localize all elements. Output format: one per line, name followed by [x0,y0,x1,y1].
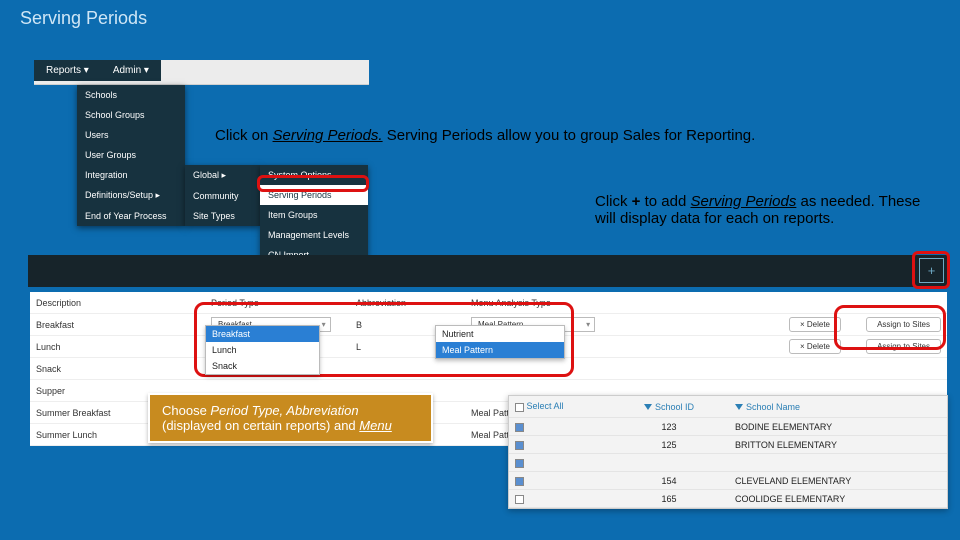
annotation-click-serving-periods: Click on Serving Periods. Serving Period… [215,127,755,144]
dropdown-option[interactable]: Breakfast [206,326,319,342]
admin-item[interactable]: End of Year Process [77,206,185,226]
col-school-name[interactable]: School Name [729,402,947,412]
select-all-checkbox[interactable] [515,403,524,412]
dropdown-option[interactable]: Lunch [206,342,319,358]
period-type-dropdown: Breakfast Lunch Snack [205,325,320,375]
global-item[interactable]: Item Groups [260,205,368,225]
site-checkbox[interactable] [515,477,524,486]
admin-item[interactable]: User Groups [77,145,185,165]
callout-choose-period: Choose Period Type, Abbreviation (displa… [148,393,433,443]
defs-item[interactable]: Global ▸ [185,165,260,186]
col-school-id[interactable]: School ID [609,402,729,412]
admin-item[interactable]: Schools [77,85,185,105]
defs-submenu: Global ▸ Community Site Types [185,165,260,226]
admin-item[interactable]: Users [77,125,185,145]
admin-item[interactable]: Definitions/Setup ▸ [77,185,185,206]
page-title: Serving Periods [20,8,147,29]
toolbar: + [28,255,947,287]
menu-admin[interactable]: Admin ▾ [101,60,161,81]
highlight-assign-button [834,305,946,350]
site-row: 123BODINE ELEMENTARY [509,418,947,436]
site-checkbox[interactable] [515,423,524,432]
site-checkbox[interactable] [515,459,524,468]
site-row: 154CLEVELAND ELEMENTARY [509,472,947,490]
highlight-add-button [912,251,950,289]
assign-sites-popup: Select All School ID School Name 123BODI… [508,395,948,509]
site-checkbox[interactable] [515,495,524,504]
menu-analysis-dropdown: Nutrient Meal Pattern [435,325,565,359]
filter-icon [644,404,652,410]
filter-icon [735,404,743,410]
site-checkbox[interactable] [515,441,524,450]
site-row [509,454,947,472]
menu-reports[interactable]: Reports ▾ [34,60,101,81]
dropdown-option[interactable]: Snack [206,358,319,374]
annotation-click-plus: Click + to add Serving Periods as needed… [595,193,940,227]
dropdown-option[interactable]: Nutrient [436,326,564,342]
global-item[interactable]: Management Levels [260,225,368,245]
defs-item[interactable]: Site Types [185,206,260,226]
site-row: 165COOLIDGE ELEMENTARY [509,490,947,508]
admin-item[interactable]: Integration [77,165,185,185]
highlight-serving-periods [257,175,369,192]
dropdown-option[interactable]: Meal Pattern [436,342,564,358]
col-description: Description [30,298,205,308]
defs-item[interactable]: Community [185,186,260,206]
admin-dropdown: Schools School Groups Users User Groups … [77,85,185,226]
menubar: Reports ▾Admin ▾ [34,60,369,85]
site-row: 125BRITTON ELEMENTARY [509,436,947,454]
admin-item[interactable]: School Groups [77,105,185,125]
